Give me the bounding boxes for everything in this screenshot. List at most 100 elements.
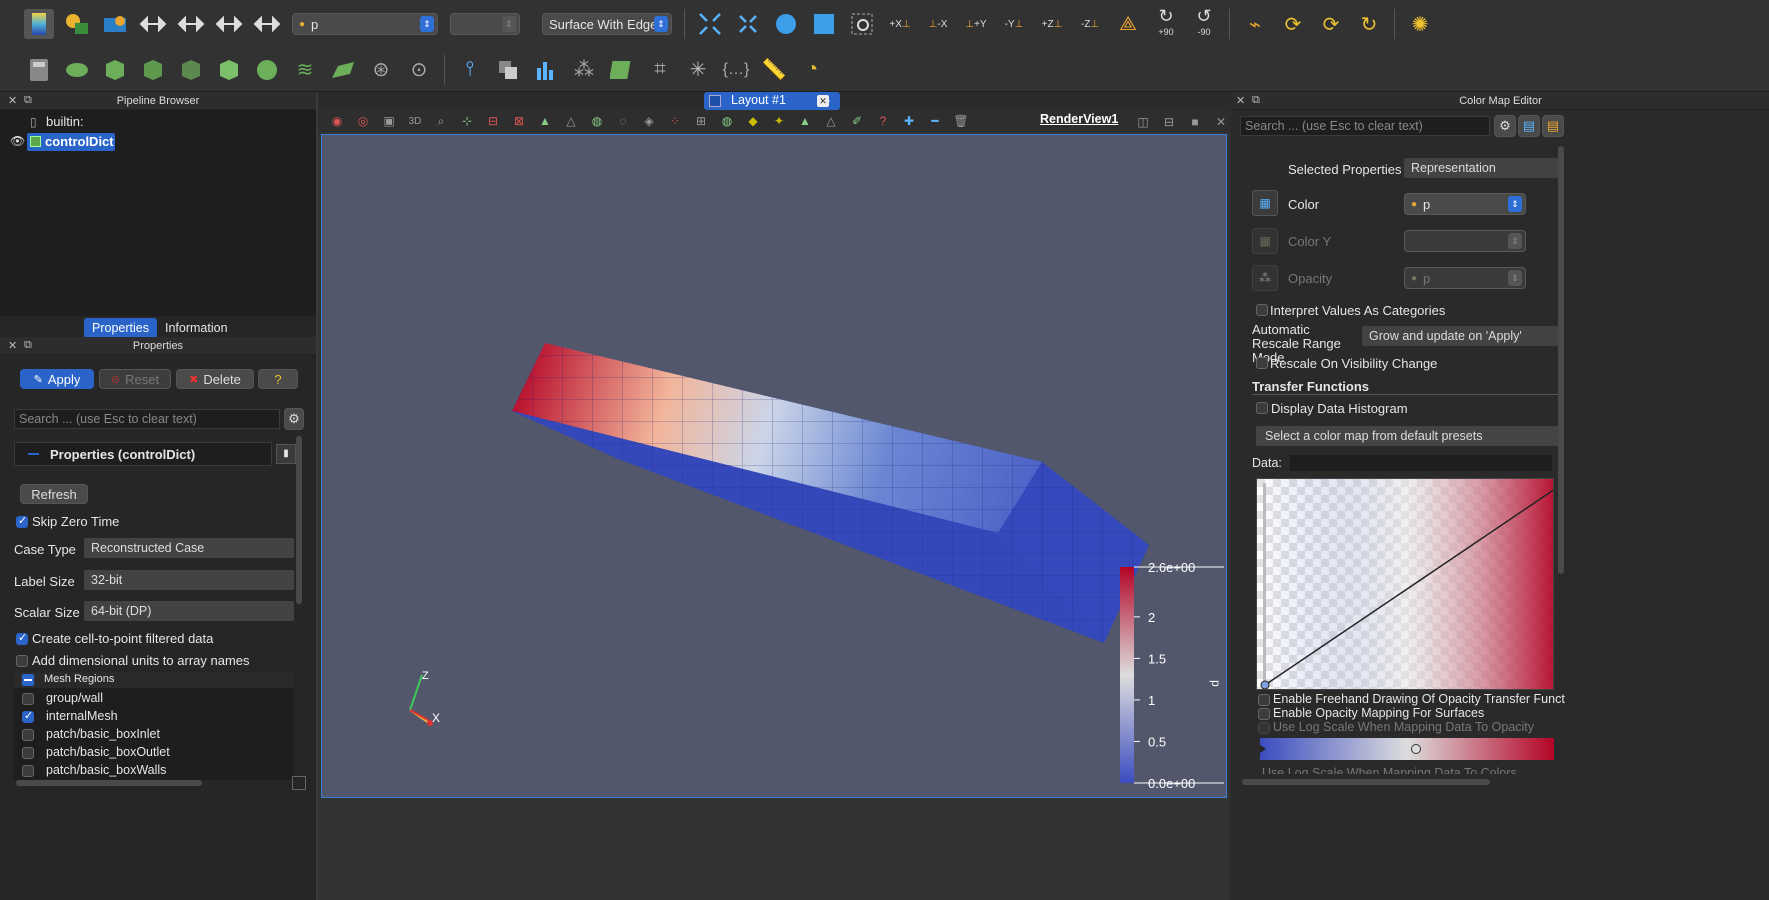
warp-vector-icon[interactable]	[328, 55, 358, 85]
stream-tracer-icon[interactable]: ≋	[290, 55, 320, 85]
python-view-icon[interactable]: ⌗	[645, 55, 675, 85]
shrink-selection-icon[interactable]: ◍	[717, 111, 737, 131]
cone-icon[interactable]: ▲	[795, 111, 815, 131]
play-loop-icon[interactable]: ⟳	[1316, 9, 1346, 39]
mesh-region-row[interactable]: patch/basic_boxInlet	[14, 726, 294, 744]
rescale-temporal-icon[interactable]	[214, 9, 244, 39]
opacity-mapping-checkbox[interactable]	[1258, 708, 1270, 720]
histogram-icon[interactable]	[531, 55, 561, 85]
grow-selection-icon[interactable]: ⊞	[691, 111, 711, 131]
vertical-scrollbar[interactable]	[296, 436, 302, 604]
split-horizontal-icon[interactable]: ◫	[1133, 112, 1153, 132]
subtract-selection-icon[interactable]: ━	[925, 111, 945, 131]
camera-undo-icon[interactable]: ⌕	[431, 111, 451, 131]
camera-minus-z-icon[interactable]: -Z ⊥	[1075, 9, 1105, 39]
camera-icon[interactable]: ▣	[379, 111, 399, 131]
add-selection-icon[interactable]: ✚	[899, 111, 919, 131]
magic-wand-icon[interactable]: ✦	[769, 111, 789, 131]
split-vertical-icon[interactable]: ⊟	[1159, 112, 1179, 132]
save-defaults-icon[interactable]: ▤	[1518, 115, 1540, 137]
isometric-view-icon[interactable]: ⟁	[1113, 9, 1143, 39]
select-block-icon[interactable]: ▲	[535, 111, 555, 131]
camera-plus-x-icon[interactable]: +X ⊥	[885, 9, 915, 39]
plot-over-line-icon[interactable]: ⫯	[455, 55, 485, 85]
block-selection-icon[interactable]: ◆	[743, 111, 763, 131]
select-points-icon[interactable]: ⊟	[483, 111, 503, 131]
properties-section-header[interactable]: Properties (controlDict)	[14, 442, 272, 466]
mesh-quality-icon[interactable]	[607, 55, 637, 85]
color-function-canvas[interactable]	[1258, 738, 1554, 760]
save-state-icon[interactable]: ◎	[353, 111, 373, 131]
component-combo[interactable]: ⇕	[450, 13, 520, 35]
log-scale-opacity-checkbox[interactable]	[1258, 722, 1270, 734]
capture-screenshot-icon[interactable]: ◉	[327, 111, 347, 131]
scalar-size-select[interactable]: 64-bit (DP)	[84, 601, 294, 621]
mesh-region-row[interactable]: internalMesh	[14, 708, 294, 726]
gear-icon[interactable]: ⚙	[284, 408, 304, 430]
ruler-icon[interactable]: 📏	[759, 55, 789, 85]
select-cells-icon[interactable]: ⊹	[457, 111, 477, 131]
close-view-icon[interactable]: ✕	[1211, 112, 1231, 132]
opacity-function-canvas[interactable]	[1257, 479, 1554, 690]
cell-to-point-checkbox[interactable]	[16, 631, 28, 645]
tab-information[interactable]: Information	[157, 318, 236, 338]
choose-preset-button[interactable]: Select a color map from default presets	[1256, 426, 1564, 446]
mesh-region-checkbox[interactable]	[22, 693, 34, 705]
toggle-3d-button[interactable]: 3D	[405, 111, 425, 131]
rescale-custom-icon[interactable]	[176, 9, 206, 39]
representation-combo[interactable]: Surface With Edges ⇕	[542, 13, 672, 35]
color-map-editor-icon[interactable]	[24, 9, 54, 39]
calculator-icon[interactable]	[24, 55, 54, 85]
delete-button[interactable]: ✖ Delete	[176, 369, 254, 389]
triangle-icon[interactable]: △	[821, 111, 841, 131]
case-type-select[interactable]: Reconstructed Case	[84, 538, 294, 558]
pipeline-item-controldict[interactable]: controlDict	[27, 133, 115, 151]
mesh-region-checkbox[interactable]	[22, 747, 34, 759]
select-frustum-icon[interactable]: ⊠	[509, 111, 529, 131]
float-icon[interactable]: ⧉	[1252, 94, 1260, 107]
contour-icon[interactable]	[62, 55, 92, 85]
opacity-function-editor[interactable]	[1256, 478, 1554, 690]
select-all-checkbox[interactable]	[22, 674, 34, 686]
label-size-select[interactable]: 32-bit	[84, 570, 294, 590]
play-first-icon[interactable]: ⟳	[1278, 9, 1308, 39]
rescale-range-icon[interactable]	[138, 9, 168, 39]
float-icon[interactable]: ⧉	[24, 339, 32, 352]
selected-properties-select[interactable]: Representation	[1404, 158, 1564, 178]
probe-icon[interactable]	[493, 55, 523, 85]
interactive-selection-icon[interactable]: ⌁	[1240, 9, 1270, 39]
group-datasets-icon[interactable]: ⊛	[366, 55, 396, 85]
extract-subset-icon[interactable]	[214, 55, 244, 85]
tab-layout-1[interactable]: Layout #1 ✕	[704, 92, 840, 110]
mesh-region-row[interactable]: patch/basic_boxWalls	[14, 762, 294, 780]
rotate-minus-90-icon[interactable]: ↺ -90	[1189, 7, 1219, 39]
threshold-icon[interactable]	[176, 55, 206, 85]
freehand-checkbox[interactable]	[1258, 694, 1270, 706]
edit-colormap-icon[interactable]	[100, 9, 130, 39]
render-view[interactable]: Z X 2.6e+00 2 1.5 1 0.5 0.0e+00 p	[321, 134, 1227, 798]
properties-search-input[interactable]: Search ... (use Esc to clear text)	[14, 409, 280, 429]
clip-icon[interactable]	[100, 55, 130, 85]
eye-icon[interactable]: 👁	[10, 134, 25, 148]
close-icon[interactable]: ✕	[1236, 94, 1245, 107]
color-palette-icon[interactable]	[62, 9, 92, 39]
slice-icon[interactable]	[138, 55, 168, 85]
extract-level-icon[interactable]: ⊙	[404, 55, 434, 85]
restore-defaults-icon[interactable]: ▤	[1542, 115, 1564, 137]
tab-properties[interactable]: Properties	[84, 318, 157, 338]
rescale-visibility-checkbox[interactable]	[1256, 357, 1268, 369]
reset-button[interactable]: ⊘ Reset	[99, 369, 171, 389]
temporal-icon[interactable]: ✳	[683, 55, 713, 85]
zoom-to-data-icon[interactable]	[771, 9, 801, 39]
hover-points-icon[interactable]: ◈	[639, 111, 659, 131]
maximize-icon[interactable]: ■	[1185, 112, 1205, 132]
apply-button[interactable]: ✎ Apply	[20, 369, 94, 389]
zoom-closest-icon[interactable]	[733, 9, 763, 39]
vertical-scrollbar[interactable]	[1558, 146, 1564, 574]
mesh-region-row[interactable]: group/wall	[14, 690, 294, 708]
reset-camera-icon[interactable]	[695, 9, 725, 39]
mesh-region-row[interactable]: patch/basic_boxOutlet	[14, 744, 294, 762]
dim-units-checkbox[interactable]	[16, 655, 28, 667]
refresh-icon[interactable]: ↻	[1354, 9, 1384, 39]
clear-selection-icon[interactable]: 🗑	[951, 111, 971, 131]
